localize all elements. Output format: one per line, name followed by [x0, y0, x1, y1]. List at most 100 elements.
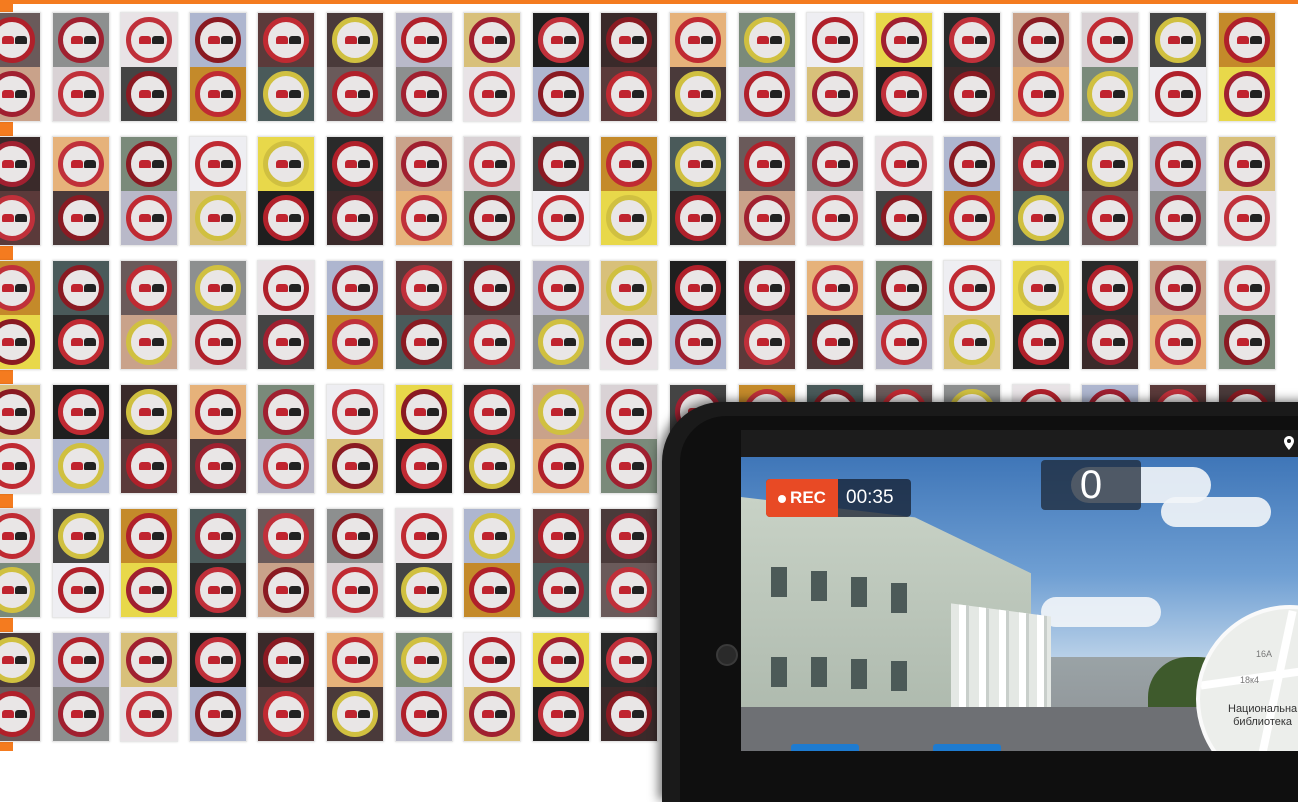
red-car-icon: [345, 462, 357, 470]
red-car-icon: [825, 338, 838, 346]
red-car-icon: [825, 90, 838, 98]
sign-sample-half: [52, 191, 109, 245]
red-car-icon: [139, 160, 152, 168]
sign-sample-half: [532, 563, 589, 617]
red-car-icon: [482, 586, 495, 594]
no-overtaking-sign-icon: [263, 389, 310, 435]
red-car-icon: [550, 656, 563, 664]
no-overtaking-sign-icon: [469, 265, 516, 311]
sign-sample-tile: [600, 136, 659, 246]
red-car-icon: [482, 462, 495, 470]
red-car-icon: [276, 656, 289, 664]
black-car-icon: [632, 214, 645, 222]
red-car-icon: [276, 408, 289, 416]
sign-sample-tile: [669, 12, 727, 122]
sign-sample-half: [0, 509, 40, 563]
black-car-icon: [632, 532, 645, 540]
no-overtaking-sign-icon: [332, 17, 378, 63]
sign-sample-tile: [51, 12, 110, 122]
sign-sample-half: [944, 137, 1001, 191]
black-car-icon: [906, 284, 919, 292]
no-overtaking-sign-icon: [0, 443, 35, 489]
black-car-icon: [358, 160, 370, 168]
bottom-button-right[interactable]: [933, 744, 1001, 751]
red-car-icon: [413, 586, 426, 594]
red-car-icon: [139, 338, 152, 346]
black-car-icon: [1249, 36, 1262, 44]
sign-sample-half: [52, 385, 109, 439]
red-car-icon: [70, 284, 83, 292]
top-accent-bar: [0, 0, 1298, 4]
black-car-icon: [220, 586, 233, 594]
black-car-icon: [632, 284, 645, 292]
red-car-icon: [345, 656, 357, 664]
sign-sample-half: [395, 191, 452, 245]
black-car-icon: [701, 90, 713, 98]
black-car-icon: [426, 586, 439, 594]
sign-sample-half: [52, 687, 109, 741]
sign-sample-tile: [737, 136, 796, 246]
red-car-icon: [70, 462, 83, 470]
sign-sample-half: [601, 137, 658, 191]
black-car-icon: [358, 36, 370, 44]
sign-sample-half: [189, 191, 246, 245]
sign-sample-half: [875, 67, 932, 121]
sign-sample-half: [738, 191, 795, 245]
black-car-icon: [220, 36, 233, 44]
sign-sample-half: [121, 67, 178, 121]
no-overtaking-sign-icon: [537, 17, 584, 63]
sign-sample-tile: [257, 632, 316, 742]
red-car-icon: [962, 214, 975, 222]
red-car-icon: [550, 462, 563, 470]
red-car-icon: [756, 160, 769, 168]
red-car-icon: [482, 160, 495, 168]
sign-sample-tile: [326, 12, 384, 122]
black-car-icon: [1044, 338, 1056, 346]
sign-sample-half: [258, 509, 315, 563]
rec-label: REC: [790, 488, 826, 507]
black-car-icon: [220, 338, 233, 346]
black-car-icon: [563, 160, 576, 168]
cloud: [1041, 597, 1161, 627]
red-car-icon: [2, 532, 14, 540]
black-car-icon: [289, 408, 302, 416]
red-car-icon: [482, 90, 495, 98]
no-overtaking-sign-icon: [194, 71, 241, 117]
sign-sample-half: [601, 633, 658, 687]
sign-sample-half: [327, 13, 383, 67]
sign-sample-half: [1218, 315, 1275, 369]
black-car-icon: [358, 532, 370, 540]
black-car-icon: [426, 214, 439, 222]
sign-sample-half: [464, 439, 521, 493]
black-car-icon: [358, 586, 370, 594]
red-car-icon: [345, 586, 357, 594]
sign-sample-half: [670, 315, 726, 369]
sign-sample-half: [327, 563, 383, 617]
no-overtaking-sign-icon: [126, 195, 173, 241]
red-car-icon: [550, 214, 563, 222]
red-car-icon: [1031, 338, 1043, 346]
red-car-icon: [207, 338, 220, 346]
red-car-icon: [70, 214, 83, 222]
bottom-button-left[interactable]: [791, 744, 859, 751]
no-overtaking-sign-icon: [57, 195, 104, 241]
sign-sample-half: [258, 137, 315, 191]
no-overtaking-sign-icon: [400, 637, 447, 683]
red-car-icon: [482, 284, 495, 292]
black-car-icon: [1112, 90, 1125, 98]
sign-sample-half: [395, 261, 452, 315]
black-car-icon: [495, 656, 508, 664]
no-overtaking-sign-icon: [537, 513, 584, 559]
no-overtaking-sign-icon: [194, 195, 241, 241]
black-car-icon: [83, 36, 96, 44]
black-car-icon: [563, 408, 576, 416]
sign-sample-tile: [874, 260, 933, 370]
sign-sample-half: [121, 509, 178, 563]
sign-sample-half: [0, 687, 40, 741]
recording-indicator[interactable]: REC 00:35: [766, 479, 911, 517]
black-car-icon: [358, 656, 370, 664]
no-overtaking-sign-icon: [332, 567, 378, 613]
sign-sample-half: [189, 563, 246, 617]
black-car-icon: [975, 214, 988, 222]
black-car-icon: [975, 90, 988, 98]
